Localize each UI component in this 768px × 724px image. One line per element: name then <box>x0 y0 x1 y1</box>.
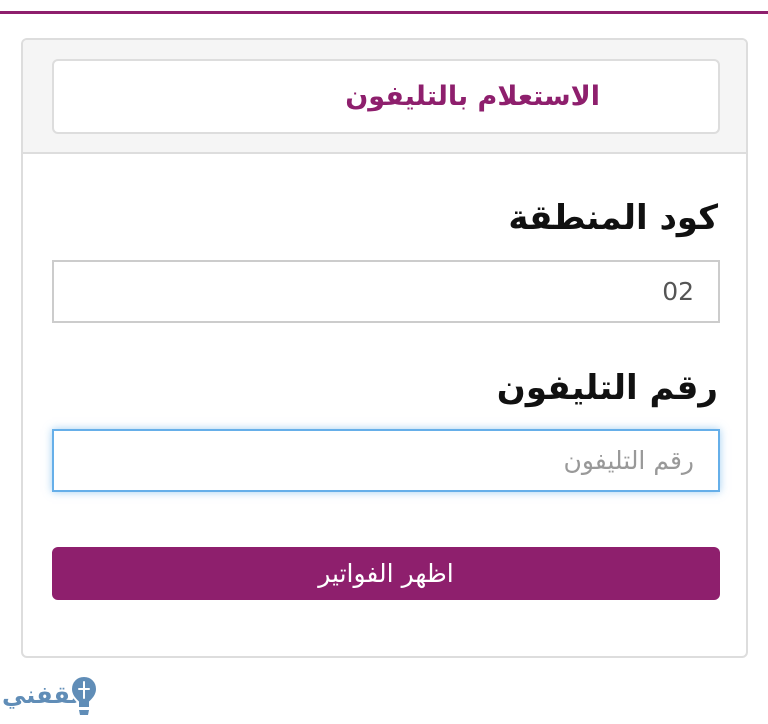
show-invoices-button[interactable]: اظهر الفواتير <box>52 547 720 600</box>
inquiry-panel: الاستعلام بالتليفون كود المنطقة رقم التل… <box>21 38 748 658</box>
panel-heading: الاستعلام بالتليفون <box>23 40 746 154</box>
phone-number-label: رقم التليفون <box>496 368 718 408</box>
top-border-bar <box>0 0 768 14</box>
watermark: ثقفني <box>2 671 120 723</box>
page: الاستعلام بالتليفون كود المنطقة رقم التل… <box>0 0 768 724</box>
heading-box: الاستعلام بالتليفون <box>52 59 720 134</box>
page-title: الاستعلام بالتليفون <box>345 81 600 112</box>
area-code-field[interactable] <box>52 260 720 323</box>
phone-number-field[interactable] <box>52 429 720 492</box>
lightbulb-icon <box>69 674 99 715</box>
area-code-label: كود المنطقة <box>508 198 718 238</box>
